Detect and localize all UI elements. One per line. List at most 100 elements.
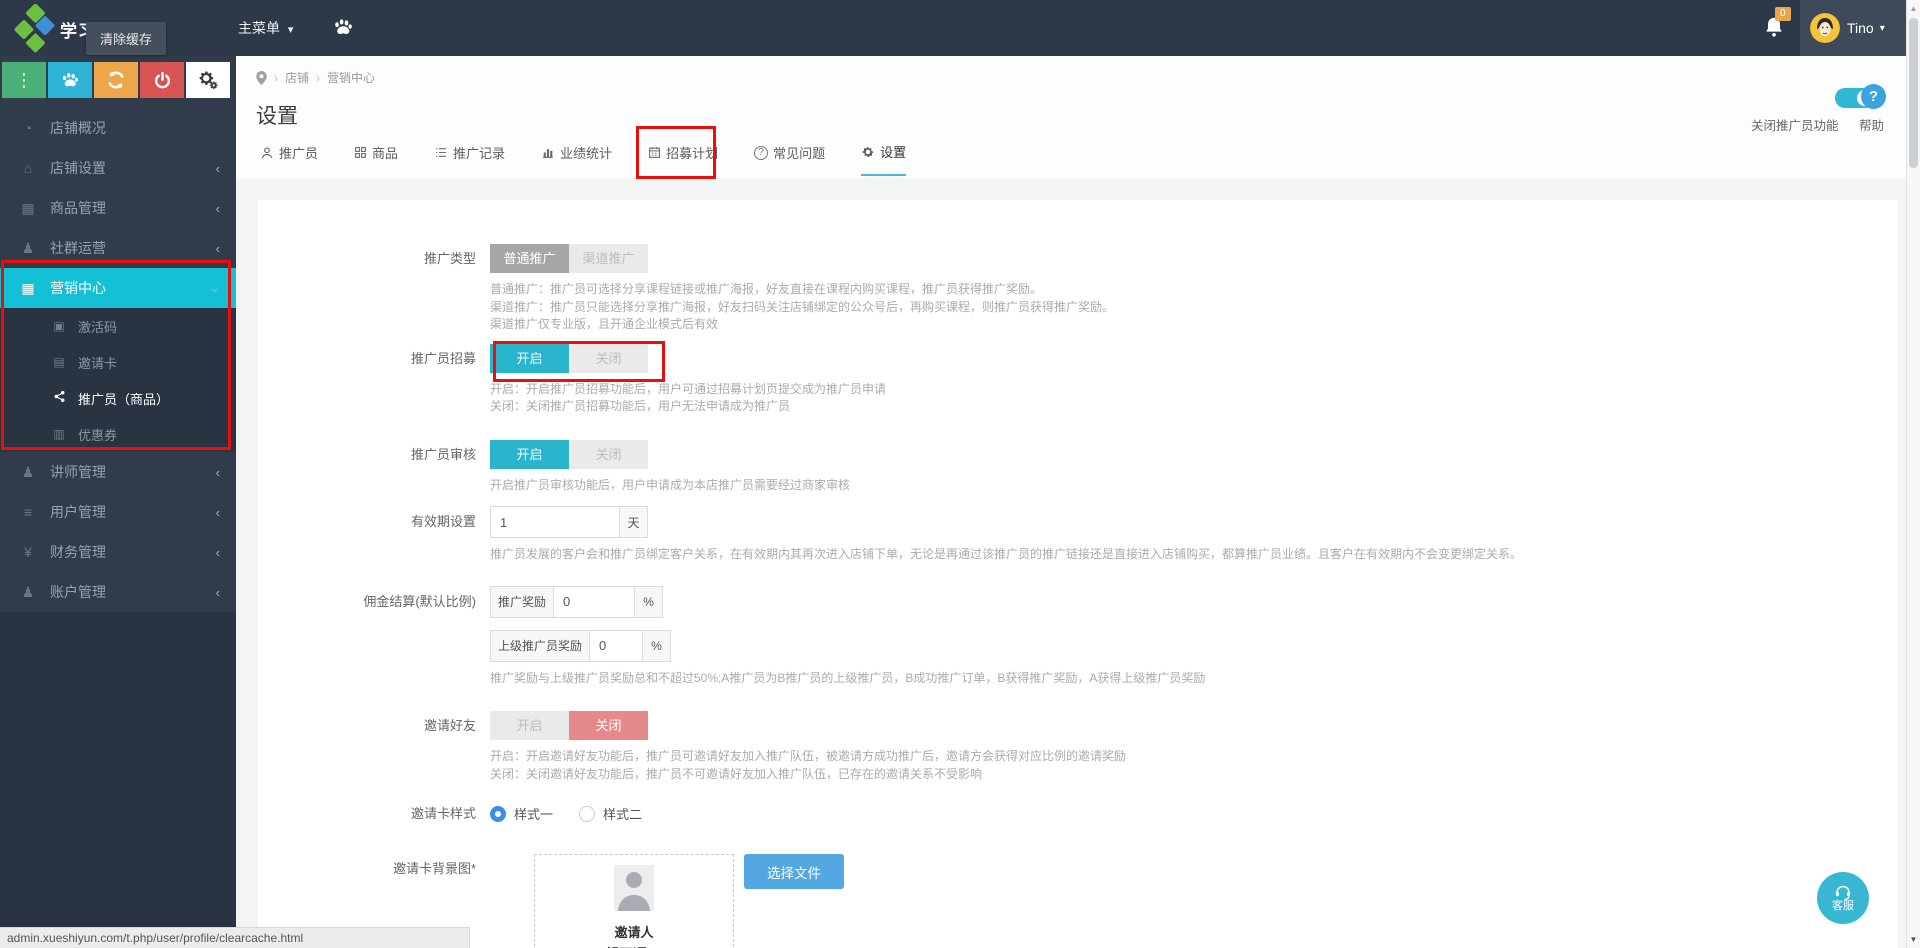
customer-service-button[interactable]: 客服 (1817, 872, 1869, 924)
form-row-card-style: 邀请卡样式 样式一 样式二 (258, 799, 1898, 828)
paw-shortcut-button[interactable] (48, 62, 92, 98)
breadcrumb-item-marketing-center[interactable]: 营销中心 (327, 69, 375, 86)
tab-settings[interactable]: 设置 (861, 142, 906, 176)
sidebar-item-lecturer-management[interactable]: ♟ 讲师管理 ‹ (0, 452, 236, 492)
sidebar-item-label: 社群运营 (50, 238, 106, 258)
gears-icon (197, 69, 219, 91)
notifications-bell[interactable]: 0 (1763, 15, 1787, 41)
radio-label: 样式二 (603, 804, 642, 823)
parent-reward-input[interactable] (590, 631, 642, 661)
marketing-submenu: ▣ 激活码 ▤ 邀请卡 推广员（商品） (0, 308, 236, 452)
help-icon[interactable]: ? (1861, 84, 1886, 109)
scroll-down-arrow[interactable]: ▼ (1907, 935, 1920, 944)
sidebar-item-shop-overview[interactable]: ◔ 店铺概况 (0, 108, 236, 148)
person-icon (260, 146, 274, 160)
chevron-left-icon: ‹ (216, 161, 220, 176)
review-on-button[interactable]: 开启 (490, 440, 569, 469)
radio-style-one[interactable] (490, 806, 506, 822)
tab-bar: 推广员 商品 推广记录 业绩统计 (260, 142, 906, 176)
radio-label: 样式一 (514, 804, 553, 823)
form-row-validity: 有效期设置 天 推广员发展的客户会和推广员绑定客户关系，在有效期内其再次进入店铺… (258, 506, 1898, 564)
invite-overlay-text: 一起开通 (591, 944, 647, 948)
field-label: 邀请好友 (258, 711, 490, 783)
chevron-left-icon: ‹ (216, 241, 220, 256)
chevron-down-icon: ▾ (1880, 23, 1885, 34)
settings-shortcut-button[interactable] (186, 62, 230, 98)
validity-input-group: 天 (490, 506, 648, 538)
refresh-cache-button[interactable] (94, 62, 138, 98)
sidebar-item-community-operation[interactable]: ♟ 社群运营 ‹ (0, 228, 236, 268)
invite-off-button[interactable]: 关闭 (569, 711, 648, 740)
list-icon (434, 146, 448, 159)
field-label: 邀请卡样式 (258, 799, 490, 828)
tab-faq[interactable]: ? 常见问题 (754, 142, 825, 176)
user-menu[interactable]: Tino ▾ (1800, 0, 1906, 56)
invite-on-button[interactable]: 开启 (490, 711, 569, 740)
recruit-on-button[interactable]: 开启 (490, 344, 569, 373)
scroll-up-arrow[interactable]: ▲ (1907, 4, 1920, 13)
promo-type-channel-button[interactable]: 渠道推广 (569, 244, 648, 273)
field-label: 推广类型 (258, 244, 490, 334)
validity-input[interactable] (491, 507, 619, 537)
breadcrumb-item-shop[interactable]: 店铺 (285, 69, 309, 86)
tab-products[interactable]: 商品 (354, 142, 398, 176)
brand-logo-icon[interactable] (10, 4, 58, 54)
sidebar-item-coupon[interactable]: ▥ 优惠券 (0, 416, 236, 452)
radio-style-two[interactable] (579, 806, 595, 822)
coupon-icon: ▥ (50, 427, 68, 441)
form-row-review: 推广员审核 开启 关闭 开启推广员审核功能后，用户申请成为本店推广员需要经过商家… (258, 440, 1898, 495)
sidebar-item-product-management[interactable]: ▦ 商品管理 ‹ (0, 188, 236, 228)
scrollbar-thumb[interactable] (1909, 18, 1918, 168)
chevron-left-icon: ‹ (216, 505, 220, 520)
toggle-label: 关闭推广员功能 (1751, 115, 1839, 134)
top-header: 学习 清除缓存 主菜单 ▾ 0 (0, 0, 1920, 56)
inviter-name: 邀请人 (535, 922, 733, 941)
paw-icon[interactable] (332, 16, 354, 38)
invite-segmented: 开启 关闭 (490, 711, 1898, 740)
choose-file-button[interactable]: 选择文件 (744, 854, 844, 889)
sidebar: ◔ 店铺概况 ⌂ 店铺设置 ‹ ▦ 商品管理 ‹ ♟ 社群运营 ‹ ▦ 营销中心 (0, 56, 236, 948)
recruit-segmented: 开启 关闭 (490, 344, 1898, 373)
tab-promotion-records[interactable]: 推广记录 (434, 142, 505, 176)
sidebar-item-shop-settings[interactable]: ⌂ 店铺设置 ‹ (0, 148, 236, 188)
sidebar-item-activation-code[interactable]: ▣ 激活码 (0, 308, 236, 344)
promo-type-normal-button[interactable]: 普通推广 (490, 244, 569, 273)
sidebar-item-finance-management[interactable]: ¥ 财务管理 ‹ (0, 532, 236, 572)
avatar (1810, 13, 1840, 43)
help-text: 普通推广：推广员可选择分享课程链接或推广海报，好友直接在课程内购买课程，推广员获… (490, 281, 1898, 334)
more-options-button[interactable]: ⋮ (2, 62, 46, 98)
gear-icon (861, 145, 875, 159)
refresh-icon (106, 70, 126, 90)
sidebar-item-user-management[interactable]: ≡ 用户管理 ‹ (0, 492, 236, 532)
clear-cache-tooltip: 清除缓存 (86, 22, 166, 55)
form-row-card-bg: 邀请卡背景图* 邀请人 邀请您 一起开通 (258, 854, 1898, 948)
tab-promoter[interactable]: 推广员 (260, 142, 318, 176)
percent-unit: % (634, 587, 662, 617)
headset-icon (1834, 885, 1852, 900)
card-bg-preview[interactable]: 邀请人 邀请您 一起开通 (534, 854, 734, 948)
tab-performance-stats[interactable]: 业绩统计 (541, 142, 612, 176)
field-label: 推广员招募 (258, 344, 490, 416)
sidebar-item-invitation-card[interactable]: ▤ 邀请卡 (0, 344, 236, 380)
app-root: 学习 清除缓存 主菜单 ▾ 0 (0, 0, 1920, 948)
tab-recruitment-plan[interactable]: 招募计划 (648, 142, 718, 176)
power-logout-button[interactable] (140, 62, 184, 98)
field-label: 有效期设置 (258, 506, 490, 564)
sidebar-item-marketing-center[interactable]: ▦ 营销中心 ⌄ (0, 268, 236, 308)
location-pin-icon (256, 71, 267, 85)
field-label: 佣金结算(默认比例) (258, 586, 490, 688)
vertical-scrollbar[interactable]: ▲ ▼ (1906, 0, 1920, 948)
sidebar-item-label: 邀请卡 (78, 353, 117, 372)
main-menu-button[interactable]: 主菜单 ▾ (238, 18, 293, 38)
person-icon: ♟ (18, 464, 38, 481)
customer-service-label: 客服 (1832, 900, 1854, 912)
gift-icon: ▣ (50, 319, 68, 333)
review-segmented: 开启 关闭 (490, 440, 1898, 469)
parent-reward-label: 上级推广员奖励 (491, 631, 590, 661)
sidebar-item-promoter-product[interactable]: 推广员（商品） (0, 380, 236, 416)
promo-reward-input[interactable] (554, 587, 634, 617)
recruit-off-button[interactable]: 关闭 (569, 344, 648, 373)
sidebar-item-account-management[interactable]: ♟ 账户管理 ‹ (0, 572, 236, 612)
review-off-button[interactable]: 关闭 (569, 440, 648, 469)
main-menu-label: 主菜单 (238, 20, 280, 36)
